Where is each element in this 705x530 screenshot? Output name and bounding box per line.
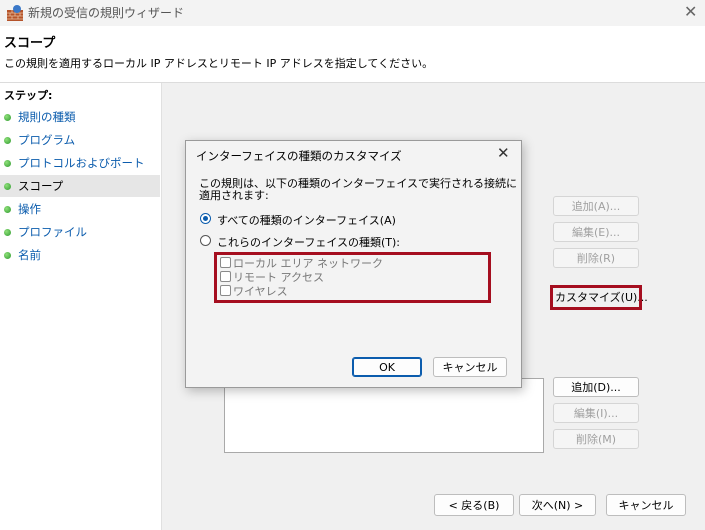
these-interfaces-label: これらのインターフェイスの種類(T): — [217, 236, 401, 249]
step-status-icon — [4, 137, 11, 144]
step-rule-type[interactable]: 規則の種類 — [0, 106, 160, 128]
local-add-button[interactable]: 追加(A)... — [553, 196, 639, 216]
dialog-close-icon[interactable]: ✕ — [497, 144, 510, 162]
steps-label: ステップ: — [4, 89, 53, 102]
close-icon[interactable]: ✕ — [684, 2, 697, 21]
interfaces-highlight — [214, 252, 491, 303]
step-status-icon — [4, 160, 11, 167]
step-status-icon — [4, 206, 11, 213]
step-label: プログラム — [18, 133, 76, 147]
step-action[interactable]: 操作 — [0, 198, 160, 220]
step-label: 名前 — [18, 248, 41, 262]
step-status-icon — [4, 183, 11, 190]
step-program[interactable]: プログラム — [0, 129, 160, 151]
customize-highlight — [550, 285, 642, 310]
these-interfaces-radio[interactable] — [200, 235, 211, 246]
step-label: スコープ — [18, 179, 64, 193]
step-profile[interactable]: プロファイル — [0, 221, 160, 243]
step-status-icon — [4, 252, 11, 259]
next-button[interactable]: 次へ(N) > — [519, 494, 596, 516]
local-remove-button[interactable]: 削除(R) — [553, 248, 639, 268]
step-status-icon — [4, 114, 11, 121]
remote-ip-list[interactable] — [224, 378, 544, 453]
cancel-button[interactable]: キャンセル — [606, 494, 686, 516]
local-edit-button[interactable]: 編集(E)... — [553, 222, 639, 242]
back-button[interactable]: < 戻る(B) — [434, 494, 514, 516]
step-name[interactable]: 名前 — [0, 244, 160, 266]
window-title: 新規の受信の規則ウィザード — [28, 6, 185, 20]
dialog-cancel-button[interactable]: キャンセル — [433, 357, 507, 377]
step-scope[interactable]: スコープ — [0, 175, 160, 197]
firewall-icon — [6, 4, 24, 22]
page-description: この規則を適用するローカル IP アドレスとリモート IP アドレスを指定してく… — [4, 57, 434, 70]
all-interfaces-radio[interactable] — [200, 213, 211, 224]
step-label: 操作 — [18, 202, 41, 216]
remote-add-button[interactable]: 追加(D)... — [553, 377, 639, 397]
remote-remove-button[interactable]: 削除(M) — [553, 429, 639, 449]
dialog-description: この規則は、以下の種類のインターフェイスで実行される接続に適用されます: — [199, 177, 518, 202]
remote-edit-button[interactable]: 編集(I)... — [553, 403, 639, 423]
step-label: プロファイル — [18, 225, 87, 239]
all-interfaces-label: すべての種類のインターフェイス(A) — [217, 214, 396, 227]
page-title: スコープ — [4, 36, 56, 51]
step-status-icon — [4, 229, 11, 236]
step-label: 規則の種類 — [18, 110, 76, 124]
step-label: プロトコルおよびポート — [18, 156, 145, 170]
step-protocol-port[interactable]: プロトコルおよびポート — [0, 152, 160, 174]
dialog-title: インターフェイスの種類のカスタマイズ — [196, 149, 402, 163]
dialog-ok-button[interactable]: OK — [352, 357, 422, 377]
